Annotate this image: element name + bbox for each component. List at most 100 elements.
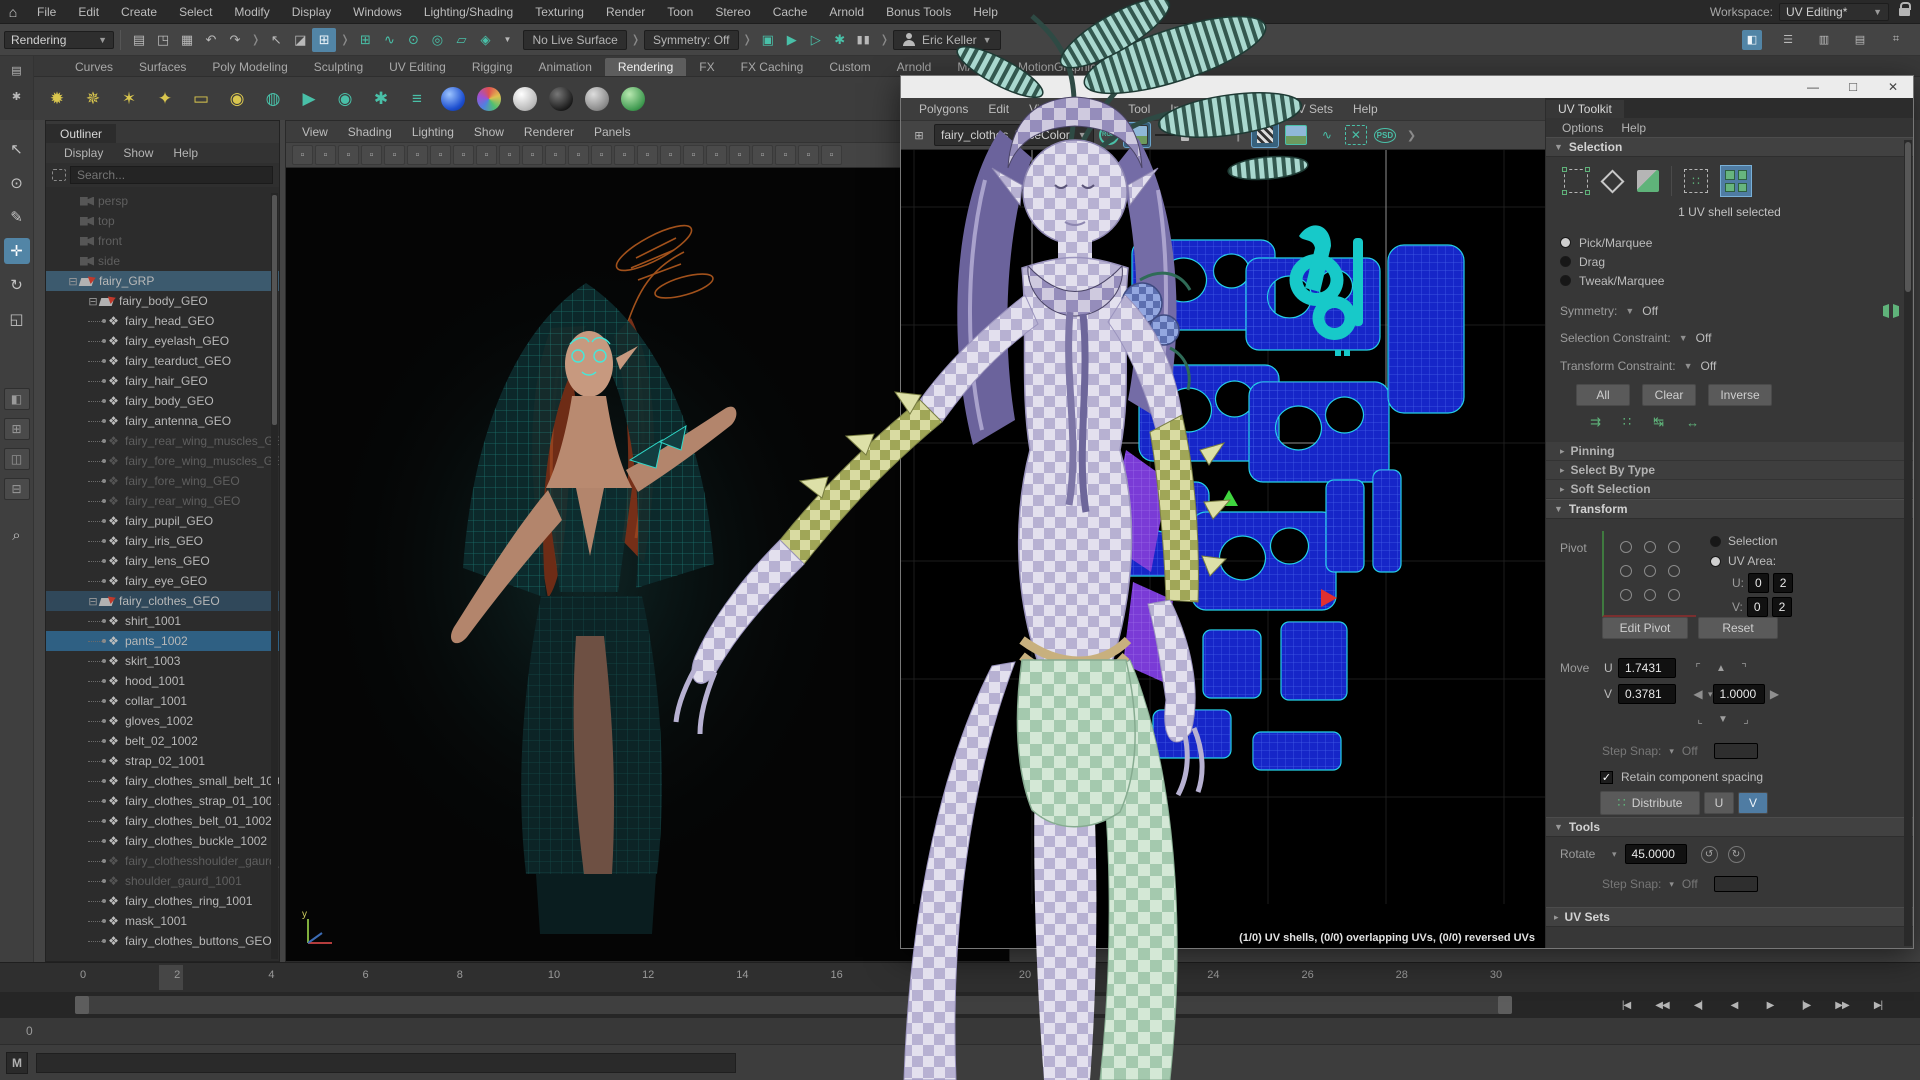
pivot-grid-radio[interactable] — [1620, 589, 1632, 601]
outliner-item-fairy-eye-geo[interactable]: ❖fairy_eye_GEO — [46, 571, 279, 591]
lambert-material-icon[interactable] — [510, 84, 540, 114]
uv-select-icon[interactable]: ∷ — [1684, 169, 1708, 193]
section-uv-sets[interactable]: ▸ UV Sets — [1546, 907, 1913, 927]
rotate-tool-icon[interactable]: ↻ — [4, 272, 30, 298]
outliner-item-fairy-head-geo[interactable]: ❖fairy_head_GEO — [46, 311, 279, 331]
time-tick-4[interactable]: 4 — [268, 969, 274, 981]
mode-pick-marquee[interactable]: Pick/Marquee — [1546, 233, 1913, 252]
vertex-select-icon[interactable] — [1600, 169, 1624, 193]
uv-toolkit-menu-help[interactable]: Help — [1613, 121, 1654, 135]
tool-settings-icon[interactable]: ☰ — [1778, 30, 1798, 50]
gear-icon[interactable]: ✱ — [7, 86, 27, 106]
viewport-menu-renderer[interactable]: Renderer — [514, 125, 584, 139]
shrink-selection-icon[interactable]: ⇉ — [1590, 414, 1601, 430]
live-surface-field[interactable]: No Live Surface — [523, 30, 626, 50]
outliner-item-fairy-clothes-buckle-1002[interactable]: ❖fairy_clothes_buckle_1002 — [46, 831, 279, 851]
selection-constraint-value[interactable]: Off — [1696, 331, 1712, 345]
symmetry-shell-icon[interactable] — [1883, 304, 1899, 318]
menu-render[interactable]: Render — [595, 0, 656, 24]
home-icon[interactable]: ⌂ — [0, 4, 26, 20]
distribute-v-button[interactable]: V — [1738, 792, 1768, 814]
xray-icon[interactable]: ▫ — [821, 145, 842, 165]
menu-windows[interactable]: Windows — [342, 0, 413, 24]
outliner-item-pants-1002[interactable]: ❖pants_1002 — [46, 631, 279, 651]
uv-editor-menu-tool[interactable]: Tool — [1118, 102, 1160, 116]
range-start-handle[interactable] — [75, 996, 89, 1014]
range-end-handle[interactable] — [1498, 996, 1512, 1014]
snap-to-projected-center-icon[interactable]: ◎ — [425, 28, 449, 52]
time-tick-24[interactable]: 24 — [1207, 969, 1219, 981]
render-setup-icon[interactable]: ✱ — [828, 28, 852, 52]
shelf-tab-surfaces[interactable]: Surfaces — [126, 58, 199, 76]
corner-icon[interactable]: ⌝ — [1734, 661, 1754, 675]
pivot-grid-radio[interactable] — [1644, 589, 1656, 601]
menu-bonus-tools[interactable]: Bonus Tools — [875, 0, 962, 24]
outliner-item-shoulder-gaurd-1001[interactable]: ❖shoulder_gaurd_1001 — [46, 871, 279, 891]
bookmark-icon[interactable]: ▫ — [361, 145, 382, 165]
film-gate-icon[interactable]: ▫ — [476, 145, 497, 165]
mode-drag[interactable]: Drag — [1546, 252, 1913, 271]
outliner-item-strap-02-1001[interactable]: ❖strap_02_1001 — [46, 751, 279, 771]
field-chart-icon[interactable]: ▫ — [545, 145, 566, 165]
step-forward-frame-button[interactable]: ▶▶ — [1828, 994, 1856, 1016]
outliner-item-fairy-body-geo[interactable]: ❖fairy_body_GEO — [46, 391, 279, 411]
shadows-icon[interactable]: ▫ — [706, 145, 727, 165]
use-all-lights-icon[interactable]: ▫ — [683, 145, 704, 165]
expand-toolbar-icon[interactable]: ❯ — [1407, 129, 1416, 142]
rotate-value-field[interactable]: 45.0000 — [1625, 844, 1687, 864]
outliner-item-fairy-rear-wing-muscles-geo[interactable]: ❖fairy_rear_wing_muscles_GEO — [46, 431, 279, 451]
persp-outliner-layout-icon[interactable]: ◫ — [4, 448, 30, 470]
chevron-down-icon[interactable]: ▾ — [1612, 849, 1617, 860]
menu-stereo[interactable]: Stereo — [704, 0, 761, 24]
outliner-menu-show[interactable]: Show — [115, 146, 161, 160]
snap-to-curve-icon[interactable]: ∿ — [377, 28, 401, 52]
time-tick-12[interactable]: 12 — [642, 969, 654, 981]
mel-toggle[interactable]: M — [6, 1052, 28, 1074]
uv-editor-menu-image[interactable]: Image — [1160, 102, 1213, 116]
outliner-menu-help[interactable]: Help — [165, 146, 206, 160]
menu-arnold[interactable]: Arnold — [818, 0, 875, 24]
reset-pivot-button[interactable]: Reset — [1698, 617, 1778, 639]
outliner-scrollbar[interactable] — [271, 193, 278, 959]
outliner-item-belt-02-1002[interactable]: ❖belt_02_1002 — [46, 731, 279, 751]
radio-icon[interactable] — [1560, 256, 1571, 267]
blinn-material-icon[interactable] — [474, 84, 504, 114]
lasso-tool-icon[interactable]: ⊙ — [4, 170, 30, 196]
menu-cache[interactable]: Cache — [762, 0, 819, 24]
symmetry-field[interactable]: Symmetry: Off — [644, 30, 738, 50]
play-backwards-button[interactable]: ◀ — [1720, 994, 1748, 1016]
rgb-channels-icon[interactable]: RGB — [1099, 125, 1119, 145]
shelf-tab-rendering[interactable]: Rendering — [605, 58, 686, 76]
outliner-item-fairy-pupil-geo[interactable]: ❖fairy_pupil_GEO — [46, 511, 279, 531]
outliner-item-fairy-body-geo[interactable]: ⊟fairy_body_GEO — [46, 291, 279, 311]
image-display-icon[interactable] — [1124, 123, 1150, 147]
image-ratio-icon[interactable] — [1283, 123, 1309, 147]
outliner-item-collar-1001[interactable]: ❖collar_1001 — [46, 691, 279, 711]
radio-icon[interactable] — [1560, 237, 1571, 248]
shelf-tab-animation[interactable]: Animation — [526, 58, 605, 76]
menu-file[interactable]: File — [26, 0, 67, 24]
distribute-u-button[interactable]: U — [1704, 792, 1734, 814]
v-min-field[interactable]: 0 — [1747, 597, 1768, 617]
paint-selection-tool-icon[interactable]: ✎ — [4, 204, 30, 230]
u-min-field[interactable]: 0 — [1748, 573, 1769, 593]
grow-selection-icon[interactable]: ∷ — [1623, 414, 1631, 430]
redo-icon[interactable]: ↷ — [223, 28, 247, 52]
marquee-select-icon[interactable] — [1564, 169, 1588, 193]
section-pinning[interactable]: ▸Pinning — [1546, 442, 1913, 461]
uv-editor-menu-select[interactable]: Select — [1065, 102, 1118, 116]
outliner-item-fairy-clothes-strap-01-1001[interactable]: ❖fairy_clothes_strap_01_1001 — [46, 791, 279, 811]
channel-box-icon[interactable]: ▤ — [1850, 30, 1870, 50]
viewport-menu-shading[interactable]: Shading — [338, 125, 402, 139]
pivot-grid-radio[interactable] — [1668, 541, 1680, 553]
move-u-field[interactable]: 1.7431 — [1618, 658, 1676, 678]
chevron-down-icon[interactable]: ▼ — [1679, 333, 1688, 343]
time-tick-22[interactable]: 22 — [1113, 969, 1125, 981]
attribute-editor-icon[interactable]: ▥ — [1814, 30, 1834, 50]
two-d-pan-zoom-icon[interactable]: ▫ — [407, 145, 428, 165]
window-title-bar[interactable]: — □ ✕ — [901, 76, 1913, 98]
uv-editor-menu-help[interactable]: Help — [1343, 102, 1388, 116]
outliner-item-gloves-1002[interactable]: ❖gloves_1002 — [46, 711, 279, 731]
select-by-object-icon[interactable]: ◪ — [288, 28, 312, 52]
outliner-item-fairy-clothes-buttons-geo[interactable]: ❖fairy_clothes_buttons_GEO — [46, 931, 279, 951]
